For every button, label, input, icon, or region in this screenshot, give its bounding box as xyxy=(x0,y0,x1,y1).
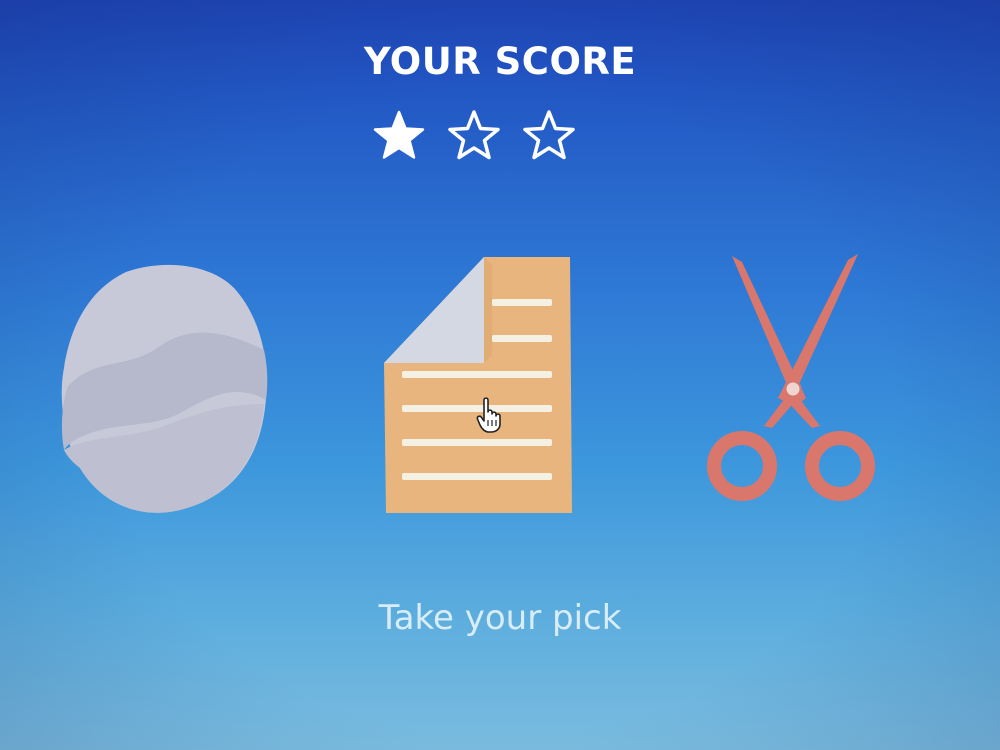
hand-pointer-cursor-icon xyxy=(476,397,501,433)
star-1 xyxy=(373,110,425,159)
star-icon xyxy=(373,110,425,159)
paper-choice-button[interactable] xyxy=(380,255,576,517)
rock-icon xyxy=(61,264,268,513)
scissors-icon xyxy=(707,254,875,501)
star-outline-icon xyxy=(448,110,500,160)
star-outline-icon xyxy=(523,110,575,160)
star-2 xyxy=(448,110,500,160)
scissors-choice-button[interactable] xyxy=(702,248,882,510)
score-title: YOUR SCORE xyxy=(363,40,637,83)
prompt-text: Take your pick xyxy=(378,598,622,638)
star-3 xyxy=(523,110,575,160)
rock-choice-button[interactable] xyxy=(58,258,270,520)
score-stars xyxy=(372,109,576,165)
paper-icon xyxy=(384,257,572,513)
